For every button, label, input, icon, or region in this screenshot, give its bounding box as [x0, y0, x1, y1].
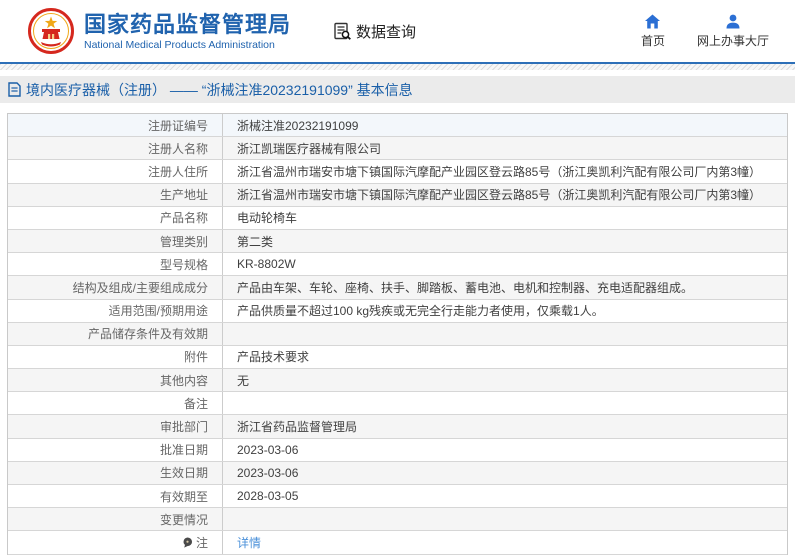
row-label: 管理类别 [8, 229, 223, 253]
row-label: 注册人住所 [8, 160, 223, 183]
row-label-text: 生效日期 [159, 466, 208, 481]
row-label: 有效期至 [8, 485, 223, 508]
row-label: 结构及组成/主要组成成分 [8, 276, 223, 299]
nav-home[interactable]: 首页 [635, 14, 671, 49]
row-label-text: 批准日期 [159, 443, 208, 458]
hatched-strip [0, 64, 795, 70]
row-value: 产品由车架、车轮、座椅、扶手、脚踏板、蓄电池、电机和控制器、充电适配器组成。 [237, 280, 694, 295]
row-label-text: 产品储存条件及有效期 [87, 327, 208, 342]
row-label-text: 注册证编号 [147, 118, 208, 133]
row-label-text: 注册人住所 [147, 164, 208, 179]
data-query-icon [334, 22, 351, 40]
row-label-text: 适用范围/预期用途 [108, 304, 208, 319]
row-label: 生效日期 [8, 461, 223, 484]
row-label: 注册证编号 [8, 114, 223, 137]
table-row: 注 详情 [8, 531, 787, 555]
row-label: 审批部门 [8, 415, 223, 438]
row-label: 产品名称 [8, 206, 223, 229]
row-label-text: 结构及组成/主要组成成分 [72, 280, 208, 295]
data-query-nav[interactable]: 数据查询 [333, 21, 416, 42]
row-label: 生产地址 [8, 183, 223, 206]
page-header: 国家药品监督管理局 National Medical Products Admi… [0, 0, 795, 62]
row-label-text: 注 [195, 535, 208, 550]
row-label: 注册人名称 [8, 137, 223, 160]
user-icon [726, 14, 740, 28]
row-label-text: 其他内容 [159, 373, 208, 388]
row-value: 浙江凯瑞医疗器械有限公司 [237, 141, 382, 156]
table-row: 附件 产品技术要求 [8, 345, 787, 370]
table-row: 产品名称 电动轮椅车 [8, 206, 787, 230]
agency-logo[interactable]: 国家药品监督管理局 National Medical Products Admi… [28, 8, 291, 54]
row-label: 适用范围/预期用途 [8, 299, 223, 322]
table-row: 变更情况 [8, 508, 787, 532]
row-label-text: 型号规格 [159, 257, 208, 272]
row-value [223, 392, 787, 414]
row-label: 附件 [8, 345, 223, 369]
table-row: 适用范围/预期用途 产品供质量不超过100 kg残疾或无完全行走能力者使用，仅乘… [8, 299, 787, 323]
table-row: 备注 [8, 392, 787, 416]
row-value: 电动轮椅车 [237, 211, 298, 226]
row-value: 2023-03-06 [237, 442, 299, 457]
row-label-text: 变更情况 [159, 512, 208, 527]
table-row: 结构及组成/主要组成成分 产品由车架、车轮、座椅、扶手、脚踏板、蓄电池、电机和控… [8, 276, 787, 300]
row-value: 第二类 [237, 234, 274, 249]
row-value: 浙江省温州市瑞安市塘下镇国际汽摩配产业园区登云路85号（浙江奥凯利汽配有限公司厂… [237, 188, 762, 203]
row-value: 2028-03-05 [237, 489, 299, 504]
row-value: 产品供质量不超过100 kg残疾或无完全行走能力者使用，仅乘载1人。 [237, 304, 604, 319]
row-value: 浙江省温州市瑞安市塘下镇国际汽摩配产业园区登云路85号（浙江奥凯利汽配有限公司厂… [237, 164, 762, 179]
agency-name-en: National Medical Products Administration [84, 38, 275, 51]
nav-service-hall-label: 网上办事大厅 [696, 33, 769, 48]
row-label: 批准日期 [8, 438, 223, 461]
row-label: 其他内容 [8, 369, 223, 392]
row-label: 注 [8, 531, 223, 554]
row-label: 产品储存条件及有效期 [8, 322, 223, 345]
national-emblem-icon [28, 8, 74, 54]
row-value: KR-8802W [237, 257, 296, 272]
table-row: 审批部门 浙江省药品监督管理局 [8, 415, 787, 439]
row-label-text: 审批部门 [159, 420, 208, 435]
document-icon [8, 82, 21, 97]
row-label: 备注 [8, 392, 223, 415]
home-icon [645, 14, 661, 28]
row-value: 无 [237, 373, 250, 388]
table-row: 批准日期 2023-03-06 [8, 438, 787, 462]
table-row: 其他内容 无 [8, 369, 787, 393]
table-row: 注册人名称 浙江凯瑞医疗器械有限公司 [8, 137, 787, 161]
detail-link[interactable]: 详情 [237, 534, 261, 551]
table-row: 型号规格 KR-8802W [8, 253, 787, 277]
row-label: 变更情况 [8, 508, 223, 531]
table-row: 产品储存条件及有效期 [8, 322, 787, 346]
row-value: 2023-03-06 [237, 465, 299, 480]
table-row: 有效期至 2028-03-05 [8, 485, 787, 509]
table-row: 注册人住所 浙江省温州市瑞安市塘下镇国际汽摩配产业园区登云路85号（浙江奥凯利汽… [8, 160, 787, 184]
row-value: 详情 [223, 531, 787, 553]
row-label-text: 管理类别 [159, 234, 208, 249]
nav-service-hall[interactable]: 网上办事大厅 [697, 14, 769, 49]
breadcrumb: 境内医疗器械（注册） —— “浙械注准20232191099” 基本信息 [0, 76, 795, 103]
row-label-text: 备注 [183, 396, 208, 411]
row-label: 型号规格 [8, 253, 223, 276]
row-value: 浙械注准20232191099 [237, 118, 359, 133]
table-row: 管理类别 第二类 [8, 229, 787, 254]
row-value [223, 508, 787, 530]
note-icon [182, 537, 193, 548]
row-label-text: 生产地址 [159, 188, 208, 203]
row-label-text: 附件 [183, 350, 208, 365]
row-label-text: 注册人名称 [147, 141, 208, 156]
table-row: 生效日期 2023-03-06 [8, 461, 787, 485]
table-row: 注册证编号 浙械注准20232191099 [8, 114, 787, 138]
agency-name-cn: 国家药品监督管理局 [84, 11, 292, 37]
row-value: 产品技术要求 [237, 350, 310, 365]
registration-info-table: 注册证编号 浙械注准20232191099 注册人名称 浙江凯瑞医疗器械有限公司 [7, 113, 788, 555]
row-label-text: 产品名称 [159, 211, 208, 226]
table-row: 生产地址 浙江省温州市瑞安市塘下镇国际汽摩配产业园区登云路85号（浙江奥凯利汽配… [8, 183, 787, 207]
header-nav: 首页 网上办事大厅 [635, 14, 769, 49]
data-query-label: 数据查询 [356, 23, 417, 41]
agency-title: 国家药品监督管理局 National Medical Products Admi… [84, 12, 291, 51]
row-label-text: 有效期至 [159, 489, 208, 504]
nav-home-label: 首页 [640, 33, 665, 48]
row-value: 浙江省药品监督管理局 [237, 420, 358, 435]
page-title: 境内医疗器械（注册） —— “浙械注准20232191099” 基本信息 [26, 81, 413, 98]
row-value [223, 323, 787, 345]
